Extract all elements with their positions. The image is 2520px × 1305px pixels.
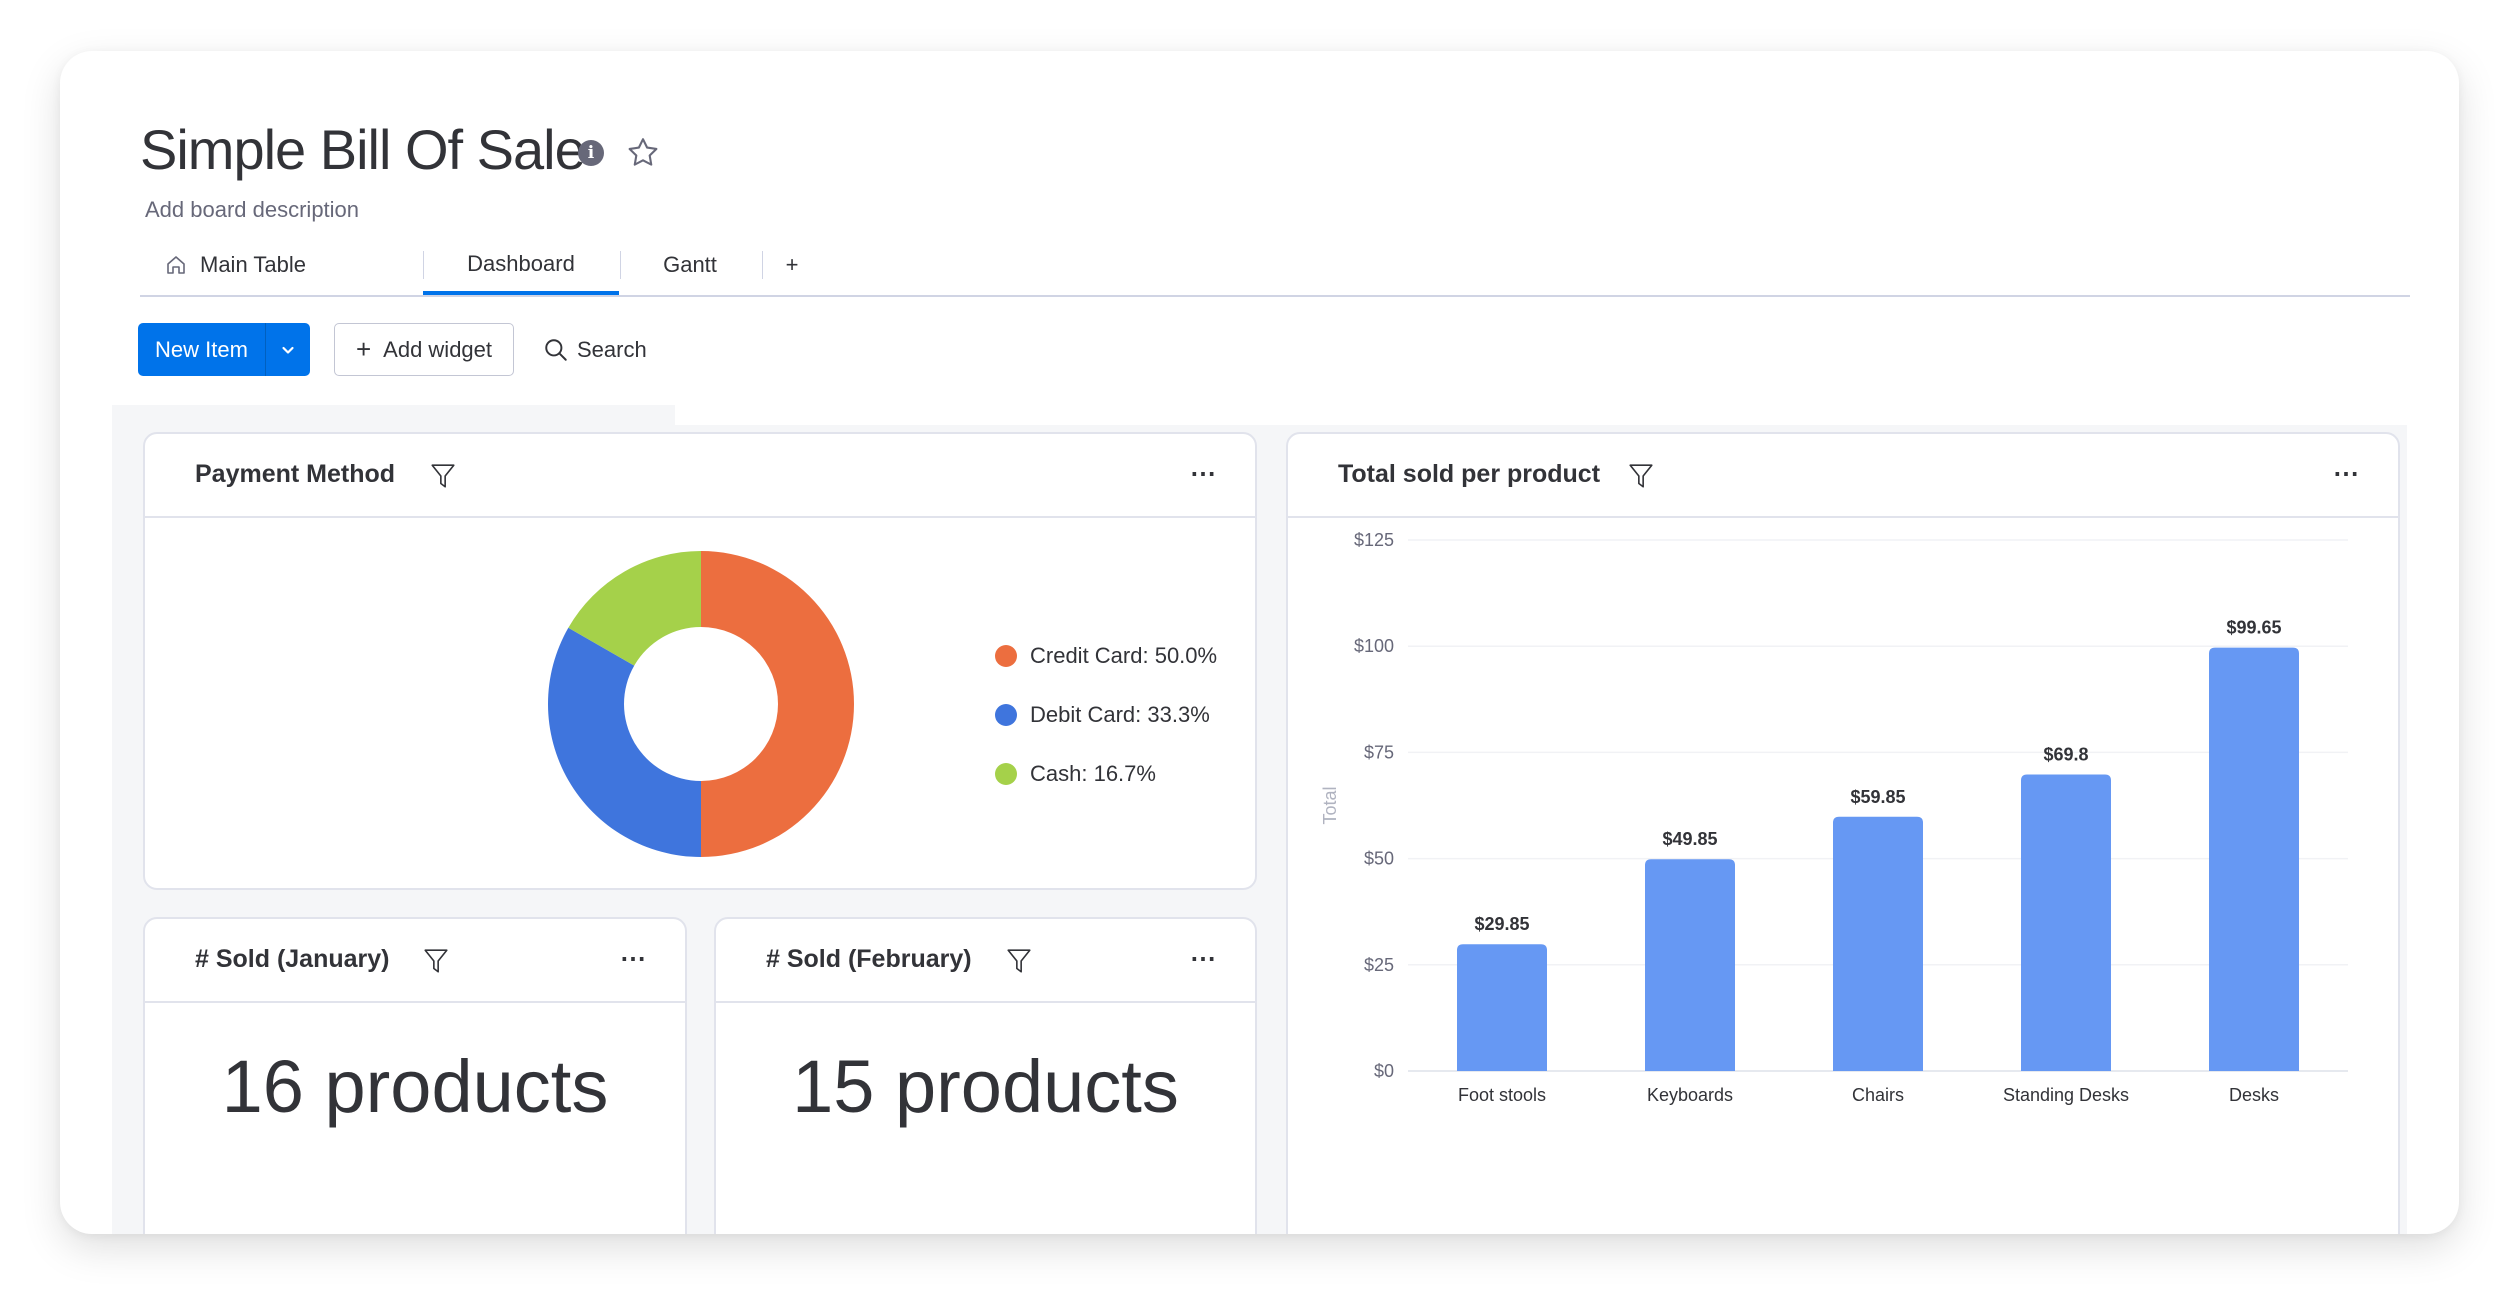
tab-divider — [620, 251, 621, 279]
search-button[interactable]: Search — [543, 323, 647, 376]
tab-dashboard[interactable]: Dashboard — [423, 237, 619, 295]
x-tick-label: Desks — [2229, 1085, 2279, 1105]
legend-item-credit-card: Credit Card: 50.0% — [995, 643, 1217, 669]
x-tick-label: Standing Desks — [2003, 1085, 2129, 1105]
number-value: 15 products — [792, 1045, 1179, 1128]
donut-slice-debit-card[interactable] — [548, 627, 701, 857]
filter-icon[interactable] — [1006, 947, 1032, 975]
new-item-button[interactable]: New Item — [138, 323, 266, 376]
new-item-dropdown[interactable] — [266, 323, 310, 376]
add-view-button[interactable]: + — [772, 237, 812, 293]
legend-item-cash: Cash: 16.7% — [995, 761, 1156, 787]
tab-label: Dashboard — [467, 251, 575, 276]
home-icon — [167, 256, 185, 274]
widget-header: Total sold per product ⋯ — [1288, 434, 2398, 518]
bar-standing-desks[interactable] — [2021, 774, 2111, 1071]
bar-chart: $0 $25 $50 $75 $100 $125 Total $29.85 Foot stool… — [1320, 530, 2348, 1105]
widget-title: # Sold (February) — [766, 945, 972, 973]
add-widget-button[interactable]: + Add widget — [334, 323, 514, 376]
legend-item-debit-card: Debit Card: 33.3% — [995, 702, 1210, 728]
y-tick-label: $75 — [1364, 742, 1394, 762]
bar-value-label: $49.85 — [1662, 829, 1717, 849]
bar-value-label: $99.65 — [2226, 618, 2281, 638]
legend-label: Debit Card: 33.3% — [1030, 702, 1210, 727]
sold-january-widget: # Sold (January) ⋯ 16 products — [143, 917, 687, 1234]
total-sold-widget: Total sold per product ⋯ $0 $25 $50 $75 $100… — [1286, 432, 2400, 1234]
bar-chairs[interactable] — [1833, 816, 1923, 1071]
bar-foot-stools[interactable] — [1457, 944, 1547, 1071]
legend-dot — [995, 704, 1017, 726]
bar-desks[interactable] — [2209, 647, 2299, 1071]
filter-icon[interactable] — [1628, 462, 1654, 490]
plus-icon: + — [355, 334, 372, 364]
tab-gantt[interactable]: Gantt — [640, 237, 740, 293]
filter-icon[interactable] — [423, 947, 449, 975]
star-icon[interactable] — [625, 135, 661, 171]
tab-label: Gantt — [663, 252, 717, 277]
donut-slice-credit-card[interactable] — [701, 551, 854, 857]
x-tick-label: Chairs — [1852, 1085, 1904, 1105]
bar-value-label: $69.8 — [2043, 744, 2088, 764]
y-axis-title: Total — [1320, 786, 1340, 824]
new-item-label: New Item — [155, 336, 248, 362]
y-tick-label: $25 — [1364, 955, 1394, 975]
more-options-icon[interactable]: ⋯ — [1190, 943, 1217, 974]
search-label: Search — [577, 336, 647, 362]
legend-dot — [995, 645, 1017, 667]
y-tick-label: $125 — [1354, 530, 1394, 550]
view-tabs: Main Table Dashboard Gantt + — [140, 237, 2410, 297]
add-widget-label: Add widget — [383, 336, 493, 362]
more-options-icon[interactable]: ⋯ — [2333, 458, 2360, 489]
widget-title: Total sold per product — [1338, 460, 1601, 488]
x-tick-label: Keyboards — [1647, 1085, 1733, 1105]
y-tick-label: $100 — [1354, 636, 1394, 656]
sold-february-widget: # Sold (February) ⋯ 15 products — [714, 917, 1257, 1234]
chevron-down-icon — [282, 346, 294, 354]
legend-label: Cash: 16.7% — [1030, 761, 1156, 786]
tab-main-table[interactable]: Main Table — [160, 237, 310, 293]
y-tick-label: $0 — [1374, 1061, 1394, 1081]
bar-value-label: $29.85 — [1474, 914, 1529, 934]
legend-label: Credit Card: 50.0% — [1030, 643, 1218, 668]
more-options-icon[interactable]: ⋯ — [620, 943, 647, 974]
number-value: 16 products — [221, 1045, 609, 1128]
x-tick-label: Foot stools — [1458, 1085, 1546, 1105]
tab-label: Main Table — [200, 252, 306, 277]
legend-dot — [995, 763, 1017, 785]
board-title[interactable]: Simple Bill Of Sale — [140, 117, 586, 182]
info-icon[interactable]: i — [578, 140, 604, 166]
tab-divider — [762, 251, 763, 279]
widget-title: # Sold (January) — [195, 945, 390, 973]
board-description[interactable]: Add board description — [145, 197, 359, 223]
widget-header: # Sold (February) ⋯ — [716, 919, 1255, 1003]
y-tick-label: $50 — [1364, 849, 1394, 869]
board-window: Simple Bill Of Sale i Add board descript… — [60, 51, 2459, 1234]
payment-method-widget: Payment Method ⋯ Credit Card: 50.0% Debi… — [143, 432, 1257, 890]
bar-keyboards[interactable] — [1645, 859, 1735, 1071]
widget-header: # Sold (January) ⋯ — [145, 919, 685, 1003]
bar-value-label: $59.85 — [1850, 787, 1905, 807]
search-icon — [545, 338, 567, 361]
add-view-label: + — [785, 252, 799, 277]
new-item-button-group: New Item — [138, 323, 310, 376]
